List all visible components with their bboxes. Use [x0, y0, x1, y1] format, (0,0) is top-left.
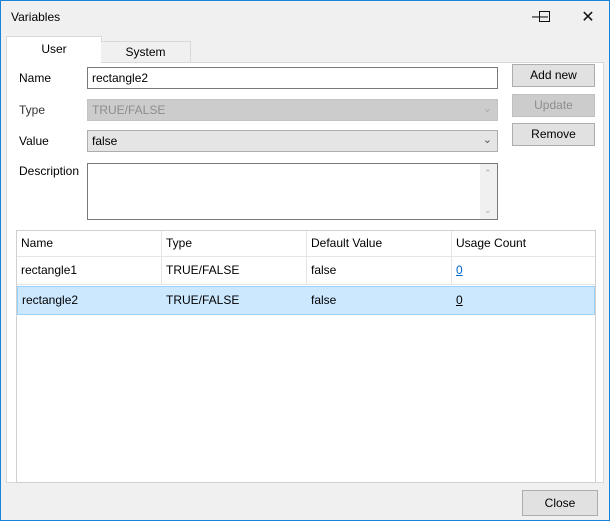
add-new-button[interactable]: Add new — [512, 64, 595, 87]
variables-table: Name Type Default Value Usage Count rect… — [16, 230, 596, 483]
type-value: TRUE/FALSE — [92, 103, 166, 117]
value-label: Value — [19, 134, 49, 148]
cell-name: rectangle1 — [17, 257, 162, 284]
description-label: Description — [19, 164, 80, 178]
table-row-selected[interactable]: rectangle2 TRUE/FALSE false 0 — [17, 286, 595, 315]
update-button[interactable]: Update — [512, 94, 595, 117]
cell-usage-count: 0 — [452, 287, 463, 314]
description-scrollbar[interactable]: ⌃ ⌄ — [480, 164, 497, 219]
value-value: false — [92, 134, 118, 148]
table-row[interactable]: rectangle1 TRUE/FALSE false 0 — [17, 257, 595, 285]
usage-count-link[interactable]: 0 — [456, 263, 463, 277]
column-header-default-value[interactable]: Default Value — [307, 231, 452, 256]
cell-default-value: false — [311, 293, 337, 307]
type-select: TRUE/FALSE ⌄ — [87, 99, 498, 121]
name-label: Name — [19, 71, 52, 85]
type-label: Type — [19, 103, 46, 117]
cell-type: TRUE/FALSE — [166, 293, 240, 307]
chevron-down-icon: ⌄ — [482, 103, 492, 115]
value-select[interactable]: false ⌄ — [87, 130, 498, 152]
close-button[interactable]: Close — [522, 490, 598, 516]
window-title: Variables — [11, 10, 61, 24]
remove-button[interactable]: Remove — [512, 123, 595, 146]
name-input[interactable]: rectangle2 — [87, 67, 498, 89]
table-header: Name Type Default Value Usage Count — [17, 231, 595, 257]
cell-name: rectangle2 — [22, 293, 79, 307]
maximize-icon[interactable] — [521, 1, 567, 32]
variables-dialog: Variables — ✕ User System Name rectangle… — [0, 0, 610, 521]
cell-default-value: false — [307, 257, 452, 284]
column-header-usage-count[interactable]: Usage Count — [452, 231, 595, 256]
usage-count-link[interactable]: 0 — [456, 293, 463, 307]
description-textarea[interactable]: ⌃ ⌄ — [87, 163, 498, 220]
cell-usage-count: 0 — [452, 257, 463, 284]
close-icon[interactable]: ✕ — [565, 1, 610, 32]
tab-system[interactable]: System — [101, 41, 191, 63]
scroll-down-icon[interactable]: ⌄ — [484, 203, 492, 217]
chevron-down-icon: ⌄ — [482, 134, 492, 146]
scroll-up-icon[interactable]: ⌃ — [484, 166, 492, 180]
tab-user[interactable]: User — [6, 36, 102, 63]
cell-type: TRUE/FALSE — [162, 257, 307, 284]
column-header-name[interactable]: Name — [17, 231, 162, 256]
column-header-type[interactable]: Type — [162, 231, 307, 256]
